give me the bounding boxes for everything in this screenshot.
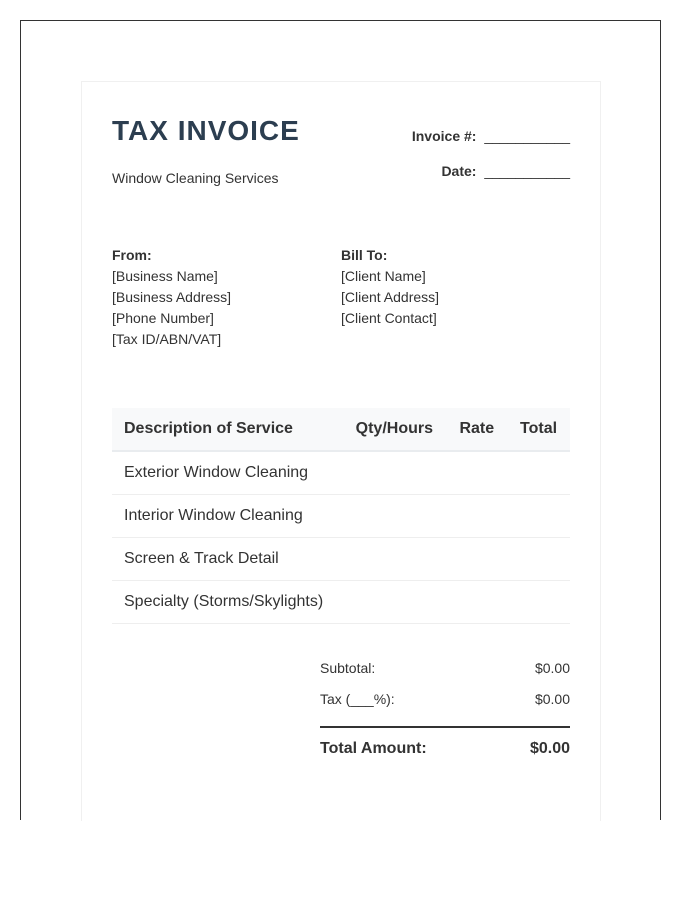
invoice-number-label: Invoice #: <box>411 128 477 144</box>
total-amount-label: Total Amount: <box>320 740 427 757</box>
totals-divider <box>320 726 570 728</box>
row-rate <box>446 580 508 624</box>
subtotal-row: Subtotal: $0.00 <box>320 660 570 691</box>
row-rate <box>446 494 508 538</box>
from-heading: From: <box>112 247 152 263</box>
from-phone-number: [Phone Number] <box>112 310 214 326</box>
row-description: Interior Window Cleaning <box>112 494 343 538</box>
bill-to-address-block: Bill To: [Client Name] [Client Address] … <box>341 245 439 329</box>
invoice-date-label: Date: <box>441 163 477 179</box>
row-total <box>507 537 570 581</box>
invoice-date-line: Date: ___________ <box>441 163 570 179</box>
row-qty <box>342 451 447 495</box>
bill-to-heading: Bill To: <box>341 247 388 263</box>
tax-label: Tax (___%): <box>320 691 395 707</box>
bill-to-client-name: [Client Name] <box>341 268 426 284</box>
header-description: Description of Service <box>112 408 343 452</box>
row-description: Screen & Track Detail <box>112 537 343 581</box>
invoice-subtitle: Window Cleaning Services <box>112 170 279 186</box>
totals-section: Subtotal: $0.00 Tax (___%): $0.00 Total … <box>320 660 570 758</box>
row-total <box>507 494 570 538</box>
total-amount-row: Total Amount: $0.00 <box>320 740 570 758</box>
row-rate <box>446 451 508 495</box>
header-qty-hours: Qty/Hours <box>342 408 447 452</box>
header-rate: Rate <box>446 408 508 452</box>
table-row: Specialty (Storms/Skylights) <box>112 580 570 624</box>
row-rate <box>446 537 508 581</box>
total-amount-value: $0.00 <box>529 740 570 757</box>
tax-value: $0.00 <box>534 691 570 707</box>
from-business-name: [Business Name] <box>112 268 218 284</box>
row-description: Specialty (Storms/Skylights) <box>112 580 343 624</box>
from-tax-id: [Tax ID/ABN/VAT] <box>112 331 222 347</box>
bill-to-client-contact: [Client Contact] <box>341 310 437 326</box>
invoice-number-value: ___________ <box>484 128 570 144</box>
tax-row: Tax (___%): $0.00 <box>320 691 570 722</box>
table-header-row: Description of Service Qty/Hours Rate To… <box>112 408 570 452</box>
subtotal-label: Subtotal: <box>320 660 376 676</box>
row-qty <box>342 537 447 581</box>
row-total <box>507 580 570 624</box>
row-total <box>507 451 570 495</box>
bill-to-client-address: [Client Address] <box>341 289 440 305</box>
invoice-number-line: Invoice #: ___________ <box>412 128 570 144</box>
table-row: Interior Window Cleaning <box>112 494 570 538</box>
service-items-table: Description of Service Qty/Hours Rate To… <box>112 408 570 624</box>
invoice-title: TAX INVOICE <box>112 115 300 146</box>
from-business-address: [Business Address] <box>112 289 232 305</box>
header-total: Total <box>507 408 570 452</box>
from-address-block: From: [Business Name] [Business Address]… <box>112 245 231 350</box>
subtotal-value: $0.00 <box>534 660 570 676</box>
invoice-date-value: ___________ <box>484 163 570 179</box>
table-row: Screen & Track Detail <box>112 537 570 581</box>
row-qty <box>342 494 447 538</box>
table-row: Exterior Window Cleaning <box>112 451 570 495</box>
row-description: Exterior Window Cleaning <box>112 451 343 495</box>
row-qty <box>342 580 447 624</box>
